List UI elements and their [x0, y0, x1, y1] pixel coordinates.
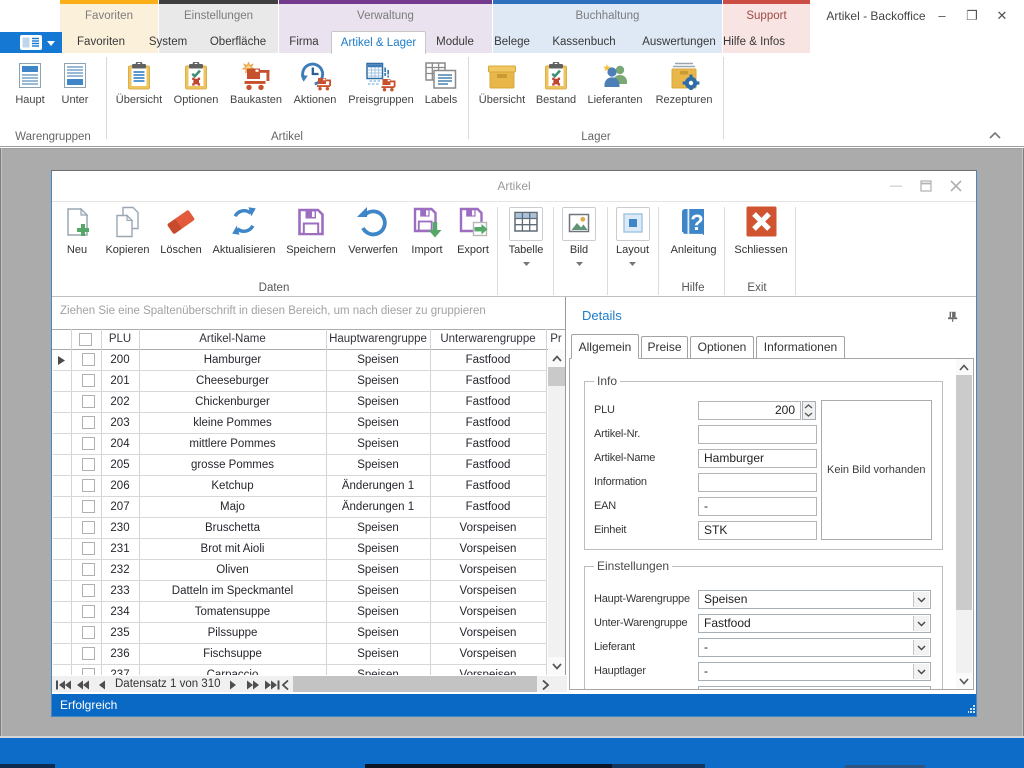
svg-text:?: ? — [690, 210, 703, 235]
